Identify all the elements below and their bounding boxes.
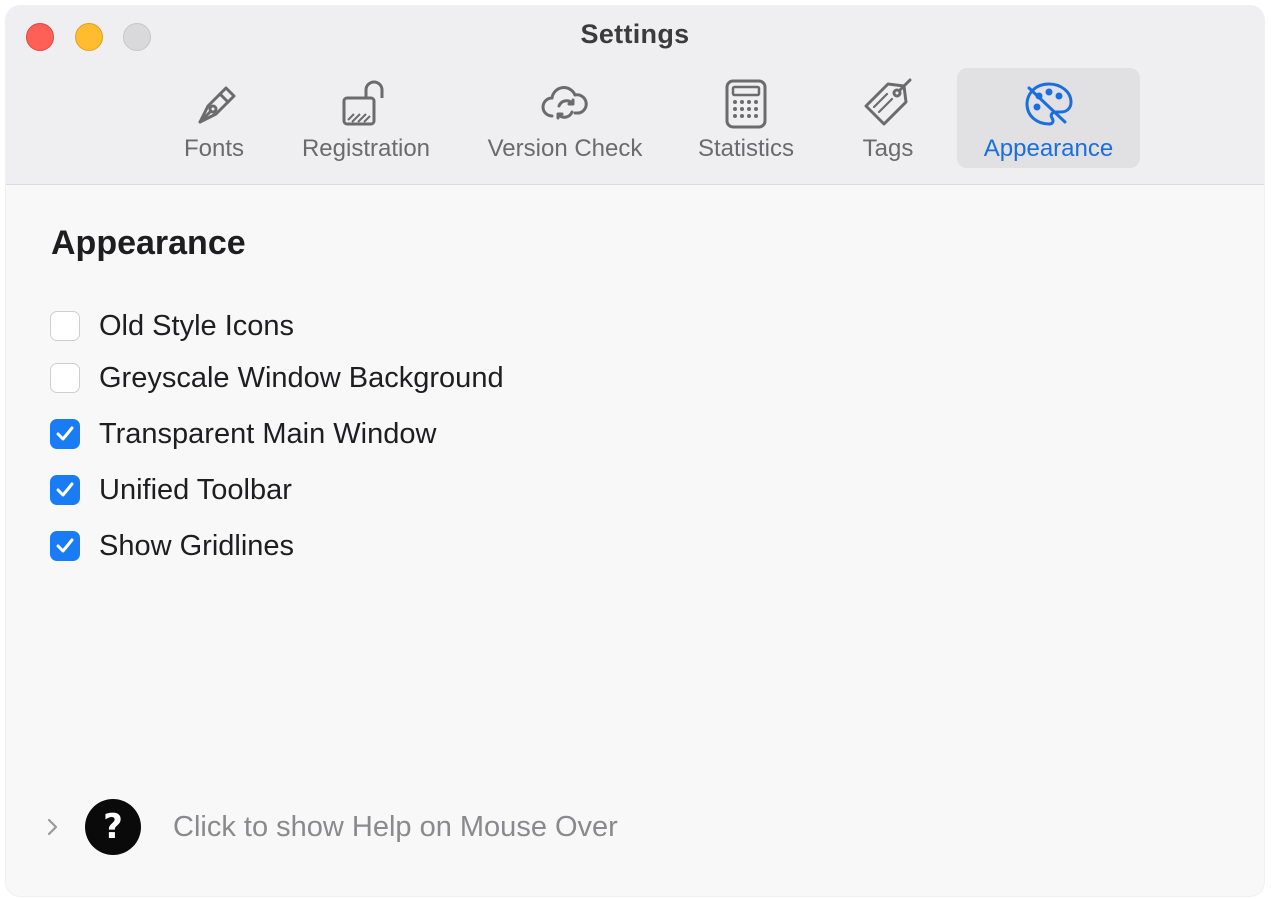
toolbar-tab-label: Tags — [862, 135, 914, 162]
checkbox[interactable] — [50, 363, 80, 393]
toolbar-tab-label: Statistics — [697, 135, 795, 162]
settings-window: Settings Fonts Registration Version Chec… — [6, 6, 1264, 896]
question-mark-icon[interactable]: ? — [85, 799, 141, 855]
palette-icon — [1021, 76, 1077, 132]
checkmark-icon — [56, 538, 74, 553]
checkbox[interactable] — [50, 475, 80, 505]
option-unified-toolbar[interactable]: Unified Toolbar — [50, 473, 292, 507]
help-label[interactable]: Click to show Help on Mouse Over — [173, 811, 618, 844]
checkmark-icon — [56, 426, 74, 441]
toolbar-tab-registration[interactable]: Registration — [286, 68, 446, 168]
option-label: Greyscale Window Background — [99, 361, 504, 394]
toolbar-tab-appearance[interactable]: Appearance — [957, 68, 1140, 168]
option-old-style-icons[interactable]: Old Style Icons — [50, 309, 294, 343]
checkbox[interactable] — [50, 419, 80, 449]
toolbar-tab-fonts[interactable]: Fonts — [166, 68, 262, 168]
toolbar-tab-statistics[interactable]: Statistics — [684, 68, 808, 168]
toolbar-tab-label: Registration — [301, 135, 431, 162]
tag-icon — [860, 76, 916, 132]
option-label: Unified Toolbar — [99, 473, 292, 506]
cloud-sync-icon — [537, 76, 593, 132]
option-label: Old Style Icons — [99, 309, 295, 342]
chevron-right-icon[interactable] — [44, 815, 62, 839]
checkbox[interactable] — [50, 531, 80, 561]
toolbar-tab-label: Appearance — [983, 135, 1114, 162]
toolbar-tab-label: Version Check — [487, 135, 643, 162]
checkmark-icon — [56, 482, 74, 497]
toolbar-tab-label: Fonts — [183, 135, 245, 162]
option-label: Show Gridlines — [99, 529, 295, 562]
calculator-icon — [718, 76, 774, 132]
toolbar-tab-tags[interactable]: Tags — [848, 68, 928, 168]
option-transparent-main-window[interactable]: Transparent Main Window — [50, 417, 436, 451]
option-greyscale-window-background[interactable]: Greyscale Window Background — [50, 361, 504, 395]
window-title: Settings — [580, 19, 690, 49]
help-row[interactable]: ? Click to show Help on Mouse Over — [44, 799, 618, 855]
checkbox[interactable] — [50, 311, 80, 341]
toolbar-tab-version-check[interactable]: Version Check — [470, 68, 660, 168]
option-show-gridlines[interactable]: Show Gridlines — [50, 529, 294, 563]
section-heading: Appearance — [51, 224, 246, 262]
titlebar: Settings Fonts Registration Version Chec… — [6, 6, 1264, 185]
option-label: Transparent Main Window — [99, 417, 437, 450]
unlocked-padlock-icon — [338, 76, 394, 132]
fountain-pen-icon — [186, 76, 242, 132]
